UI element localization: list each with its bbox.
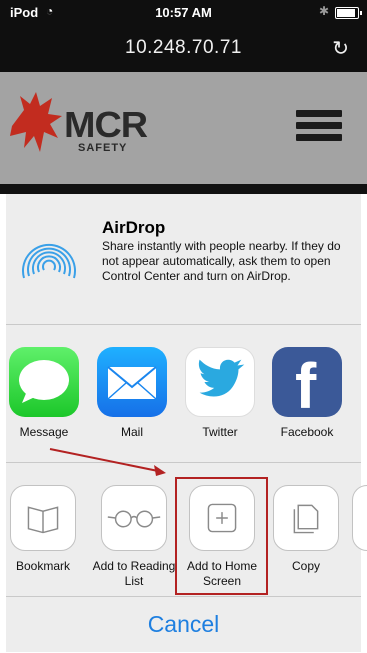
annotation-highlight-box — [175, 477, 268, 595]
cancel-label: Cancel — [147, 611, 220, 637]
site-divider — [0, 184, 367, 194]
reload-icon[interactable]: ↻ — [332, 36, 349, 61]
mail-icon — [97, 347, 167, 417]
airdrop-section[interactable]: AirDrop Share instantly with people near… — [6, 194, 361, 325]
action-copy[interactable]: Copy — [263, 485, 349, 574]
action-reading-list[interactable]: Add to Reading List — [91, 485, 177, 589]
logo-dragon-icon — [10, 92, 62, 152]
hamburger-menu-icon[interactable] — [296, 110, 342, 142]
bluetooth-icon: ✱ — [318, 4, 329, 18]
url-text[interactable]: 10.248.70.71 — [0, 37, 367, 59]
share-apps-row: Message Mail Twitter f Facebook — [6, 325, 361, 463]
site-header: MCR SAFETY — [0, 72, 367, 184]
action-label: Add to Reading List — [92, 559, 176, 588]
airdrop-title: AirDrop — [102, 218, 166, 237]
share-app-twitter[interactable]: Twitter — [180, 347, 260, 439]
share-app-label: Facebook — [280, 425, 334, 439]
share-app-label: Message — [19, 425, 69, 439]
bookmark-icon — [10, 485, 76, 551]
action-label: Copy — [291, 559, 320, 573]
message-icon — [9, 347, 79, 417]
action-label: Bookmark — [15, 559, 71, 573]
battery-icon — [335, 7, 362, 19]
action-bookmark[interactable]: Bookmark — [0, 485, 86, 574]
logo-text: MCR — [64, 104, 148, 145]
more-icon — [352, 485, 367, 551]
cancel-button[interactable]: Cancel — [6, 596, 361, 653]
twitter-icon — [185, 347, 255, 417]
share-app-mail[interactable]: Mail — [92, 347, 172, 439]
copy-icon — [273, 485, 339, 551]
action-more-partial[interactable] — [352, 485, 367, 551]
clock: 10:57 AM — [155, 5, 212, 20]
facebook-icon: f — [272, 347, 342, 417]
logo-subtext: SAFETY — [78, 142, 128, 154]
airdrop-icon — [22, 243, 76, 279]
share-app-message[interactable]: Message — [4, 347, 84, 439]
share-app-label: Twitter — [202, 425, 238, 439]
airdrop-description: Share instantly with people nearby. If t… — [102, 239, 341, 283]
address-bar[interactable]: 10.248.70.71 ↻ — [0, 26, 367, 72]
glasses-icon — [101, 485, 167, 551]
share-app-facebook[interactable]: f Facebook — [267, 347, 347, 439]
share-app-label: Mail — [120, 425, 143, 439]
status-bar: iPod ◔ 10:57 AM ✱ — [0, 0, 367, 26]
